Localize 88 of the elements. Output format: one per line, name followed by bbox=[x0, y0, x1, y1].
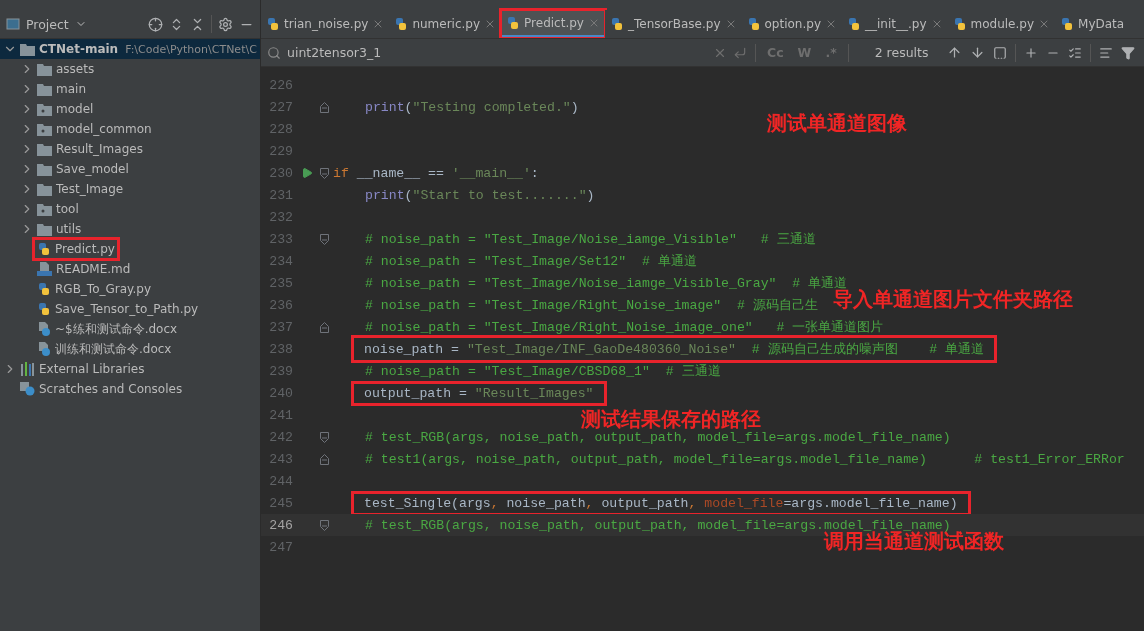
line-number: 247 bbox=[268, 539, 293, 555]
fold-end-icon[interactable] bbox=[320, 101, 329, 113]
fold-start-icon[interactable] bbox=[320, 431, 329, 443]
folder-icon bbox=[20, 42, 35, 56]
code-line: # test_RGB(args, noise_path, output_path, model_file=args.model_file_name) bbox=[365, 429, 951, 445]
project-icon bbox=[6, 18, 20, 30]
line-number: 230 bbox=[268, 165, 293, 181]
line-number: 231 bbox=[268, 187, 293, 203]
code-line: if __name__ == '__main__': bbox=[333, 165, 539, 181]
previous-icon[interactable] bbox=[946, 45, 962, 60]
line-number: 239 bbox=[268, 363, 293, 379]
results-count: 2 results bbox=[874, 45, 929, 60]
code-line: # noise_path = "Test_Image/CBSD68_1" # 三通道 bbox=[365, 363, 721, 380]
folder-icon bbox=[37, 182, 52, 196]
unknown-file-icon bbox=[37, 322, 51, 336]
settings-icon[interactable] bbox=[218, 16, 233, 32]
fold-start-icon[interactable] bbox=[320, 167, 329, 179]
scratches-icon bbox=[20, 382, 35, 396]
folder-icon bbox=[37, 62, 52, 76]
python-file-icon bbox=[37, 302, 51, 316]
line-number: 236 bbox=[268, 297, 293, 313]
folder-icon bbox=[37, 162, 52, 176]
tree-item[interactable]: Predict.py bbox=[32, 237, 120, 261]
line-number: 234 bbox=[268, 253, 293, 269]
line-number: 244 bbox=[268, 473, 293, 489]
line-number: 241 bbox=[268, 407, 293, 423]
python-file-icon bbox=[847, 17, 861, 31]
python-file-icon bbox=[37, 282, 51, 296]
code-line: print("Start to test.......") bbox=[365, 187, 595, 203]
line-number: 238 bbox=[268, 341, 293, 357]
select-all-icon[interactable] bbox=[1067, 45, 1082, 60]
search-field[interactable]: uint2tensor3_1 bbox=[287, 45, 707, 60]
python-file-icon bbox=[1060, 17, 1075, 31]
python-file-icon bbox=[506, 15, 521, 30]
python-file-icon bbox=[746, 17, 761, 31]
fold-start-icon[interactable] bbox=[320, 519, 329, 531]
line-number: 246 bbox=[268, 517, 293, 533]
line-number: 228 bbox=[268, 121, 293, 137]
package-folder-icon bbox=[37, 122, 52, 136]
code-line: # noise_path = "Test_Image/Set12" # 单通道 bbox=[365, 253, 697, 270]
fold-end-icon[interactable] bbox=[320, 453, 329, 465]
code-line: # noise_path = "Test_Image/Noise_iamge_Visible" # 三通道 bbox=[365, 231, 816, 248]
markdown-file-icon bbox=[37, 262, 52, 276]
code-line: # noise_path = "Test_Image/Right_Noise_image_one" # 一张单通道图片 bbox=[365, 319, 884, 336]
package-folder-icon bbox=[37, 102, 52, 116]
line-number: 232 bbox=[268, 209, 293, 225]
python-file-icon bbox=[37, 242, 51, 256]
code-line: # test_RGB(args, noise_path, output_path, model_file=args.model_file_name) bbox=[365, 517, 951, 533]
filter-icon[interactable] bbox=[1120, 45, 1135, 60]
line-number: 245 bbox=[268, 495, 293, 511]
line-number: 227 bbox=[268, 99, 293, 115]
python-file-icon bbox=[394, 17, 409, 31]
code-line: # noise_path = "Test_Image/Right_Noise_image" # 源码自己生 bbox=[365, 297, 818, 314]
next-icon[interactable] bbox=[969, 45, 985, 60]
unknown-file-icon bbox=[37, 342, 51, 356]
folder-icon bbox=[37, 222, 52, 236]
close-icon bbox=[825, 18, 837, 30]
line-number: 233 bbox=[268, 231, 293, 247]
line-number: 243 bbox=[268, 451, 293, 467]
fold-start-icon[interactable] bbox=[320, 233, 329, 245]
line-number: 240 bbox=[268, 385, 293, 401]
code-line: print("Testing completed.") bbox=[365, 99, 579, 115]
python-file-icon bbox=[952, 17, 967, 31]
line-number: 235 bbox=[268, 275, 293, 291]
annotation-text: 测试单通道图像 bbox=[767, 110, 907, 137]
folder-icon bbox=[37, 82, 52, 96]
line-number: 226 bbox=[268, 77, 293, 93]
newline-icon bbox=[733, 45, 747, 60]
locate-icon[interactable] bbox=[148, 16, 163, 32]
run-icon[interactable] bbox=[301, 167, 313, 179]
editor-tab[interactable]: Predict.py bbox=[501, 10, 605, 38]
window-icon[interactable] bbox=[992, 45, 1007, 60]
library-icon bbox=[20, 362, 35, 376]
line-number: 242 bbox=[268, 429, 293, 445]
line-number: 229 bbox=[268, 143, 293, 159]
project-path: F:\Code\Python\CTNet\C bbox=[125, 42, 257, 56]
package-folder-icon bbox=[37, 202, 52, 216]
search-icon bbox=[267, 45, 281, 60]
add-occurrence-icon[interactable] bbox=[1023, 45, 1038, 60]
panel-title[interactable]: Project bbox=[26, 16, 69, 32]
code-line: # test1(args, noise_path, output_path, model_file=args.model_file_name) # test1_Error_ERRor bbox=[365, 451, 1125, 467]
line-number: 237 bbox=[268, 319, 293, 335]
fold-end-icon[interactable] bbox=[320, 321, 329, 333]
align-icon[interactable] bbox=[1098, 45, 1113, 60]
annotation-text: 测试结果保存的路径 bbox=[581, 406, 761, 432]
python-file-icon bbox=[609, 17, 624, 31]
python-file-icon bbox=[266, 17, 280, 31]
folder-icon bbox=[37, 142, 52, 156]
